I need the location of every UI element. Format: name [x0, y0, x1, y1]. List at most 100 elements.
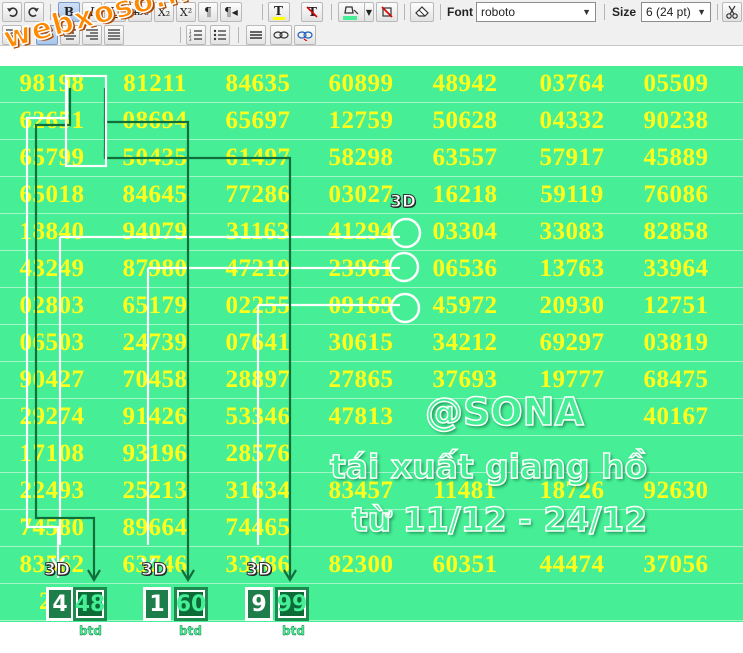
table-cell: 06503 — [19, 329, 85, 356]
toolbar-separator — [331, 4, 332, 20]
size-label: Size — [612, 5, 637, 19]
table-cell: 50435 — [122, 144, 188, 171]
result-digit-box: 4 — [46, 587, 74, 621]
font-label: Font — [447, 5, 473, 19]
table-cell: 02803 — [19, 292, 85, 319]
table-cell: 44474 — [539, 551, 605, 578]
table-row: 83562 63746 33986 82300 60351 44474 37056 — [0, 547, 743, 584]
table-cell: 06536 — [432, 255, 498, 282]
highlight-color-button[interactable] — [338, 2, 366, 22]
result-pair-box: 99 — [275, 587, 309, 621]
table-row: 06503 24739 07641 30615 34212 69297 03819 — [0, 325, 743, 362]
highlight-dropdown[interactable]: ▼ — [364, 2, 374, 22]
cut-button[interactable] — [722, 2, 742, 22]
table-row: 2861 — [0, 584, 743, 621]
table-cell: 29274 — [19, 403, 85, 430]
chevron-down-icon: ▼ — [697, 7, 706, 17]
label-3d: 3D — [390, 192, 417, 213]
table-cell: 94079 — [122, 218, 188, 245]
table-cell: 50628 — [432, 107, 498, 134]
toolbar-separator — [238, 27, 239, 43]
table-cell: 48942 — [432, 70, 498, 97]
bullet-list-icon — [213, 29, 226, 41]
clear-format-icon: T — [306, 5, 318, 19]
table-cell: 30615 — [328, 329, 394, 356]
table-row: 98198 81211 84635 60899 48942 03764 05509 — [0, 66, 743, 103]
table-cell: 68475 — [643, 366, 709, 393]
label-3d: 3D — [44, 560, 71, 581]
unlink-icon — [297, 31, 313, 41]
btd-tag: btd — [282, 624, 305, 638]
text-color-button[interactable]: T — [268, 2, 290, 22]
table-row: 65799 50435 61497 58298 63557 57917 45889 — [0, 140, 743, 177]
table-cell: 13763 — [539, 255, 605, 282]
toolbar-separator — [262, 4, 263, 20]
table-cell: 74465 — [225, 514, 291, 541]
justify-icon — [108, 29, 120, 40]
table-cell: 90427 — [19, 366, 85, 393]
eraser-button[interactable] — [410, 2, 434, 22]
result-pair-box: 60 — [174, 587, 208, 621]
table-cell: 03304 — [432, 218, 498, 245]
bullet-list-button[interactable] — [210, 25, 230, 45]
size-select[interactable]: 6 (24 pt) ▼ — [641, 2, 711, 22]
table-cell: 65697 — [225, 107, 291, 134]
table-cell: 18840 — [19, 218, 85, 245]
svg-text:T: T — [274, 4, 283, 18]
remove-link-button[interactable] — [294, 25, 316, 45]
scissors-icon — [726, 5, 738, 19]
chevron-down-icon: ▼ — [582, 7, 591, 17]
table-cell: 77286 — [225, 181, 291, 208]
table-cell: 40167 — [643, 403, 709, 430]
table-cell: 84645 — [122, 181, 188, 208]
ordered-list-button[interactable]: 123 — [186, 25, 206, 45]
table-cell: 03764 — [539, 70, 605, 97]
table-cell: 17108 — [19, 440, 85, 467]
toolbar-separator — [717, 4, 718, 20]
result-digit-box: 1 — [143, 587, 171, 621]
table-cell: 91426 — [122, 403, 188, 430]
insert-link-button[interactable] — [270, 25, 292, 45]
table-cell: 22493 — [19, 477, 85, 504]
text-color-icon: T — [273, 4, 285, 20]
table-cell: 25213 — [122, 477, 188, 504]
table-cell: 82300 — [328, 551, 394, 578]
table-cell: 05509 — [643, 70, 709, 97]
table-cell: 59119 — [540, 181, 604, 208]
table-cell: 69297 — [539, 329, 605, 356]
table-cell: 43249 — [19, 255, 85, 282]
table-cell: 07641 — [225, 329, 291, 356]
font-select[interactable]: roboto ▼ — [476, 2, 596, 22]
rtl-button[interactable]: ¶◂ — [220, 2, 242, 22]
table-cell: 60351 — [432, 551, 498, 578]
table-cell: 31163 — [226, 218, 290, 245]
horizontal-rule-button[interactable] — [246, 25, 266, 45]
clear-highlight-button[interactable] — [376, 2, 398, 22]
label-3d: 3D — [141, 560, 168, 581]
table-cell: 70458 — [122, 366, 188, 393]
table-cell: 89664 — [122, 514, 188, 541]
table-cell: 65179 — [122, 292, 188, 319]
table-cell: 33964 — [643, 255, 709, 282]
result-digit-box: 9 — [245, 587, 273, 621]
editor-page: B I U abc X₂ X² ¶ ¶◂ T T ▼ — [0, 0, 743, 653]
table-row: 02803 65179 02255 09169 45972 20930 12751 — [0, 288, 743, 325]
table-cell: 93196 — [122, 440, 188, 467]
table-cell: 28576 — [225, 440, 291, 467]
clear-color-button[interactable]: T — [301, 2, 323, 22]
table-cell: 45889 — [643, 144, 709, 171]
table-row: 90427 70458 28897 27865 37693 19777 68475 — [0, 362, 743, 399]
table-cell: 28897 — [225, 366, 291, 393]
eraser-icon — [415, 6, 429, 17]
table-cell: 34212 — [432, 329, 498, 356]
toolbar-separator — [404, 4, 405, 20]
numbered-list-icon: 123 — [189, 29, 202, 41]
table-cell: 81211 — [123, 70, 187, 97]
table-cell: 82858 — [643, 218, 709, 245]
table-cell: 74580 — [19, 514, 85, 541]
table-cell: 47813 — [328, 403, 394, 430]
table-cell: 03819 — [643, 329, 709, 356]
table-cell: 23961 — [328, 255, 394, 282]
table-cell: 41294 — [328, 218, 394, 245]
ltr-button[interactable]: ¶ — [198, 2, 218, 22]
